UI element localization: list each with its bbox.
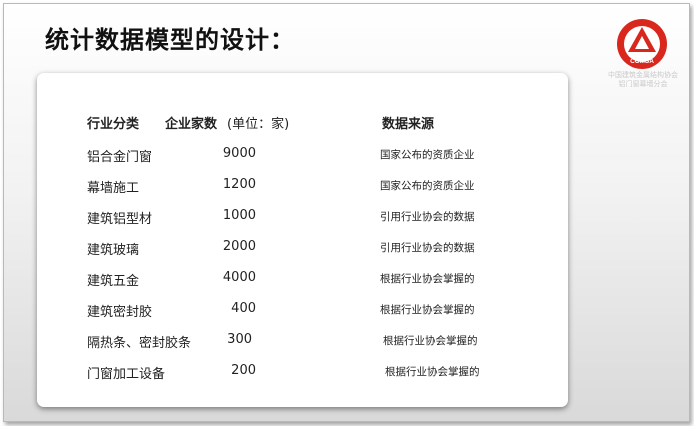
count-cell: 200 bbox=[231, 363, 256, 378]
source-cell: 国家公布的资质企业 bbox=[380, 180, 475, 192]
table-row: 幕墙施工 1200 国家公布的资质企业 bbox=[37, 177, 568, 197]
header-industry: 行业分类 bbox=[87, 117, 140, 132]
industry-cell: 隔热条、密封胶条 bbox=[87, 336, 192, 351]
table-row: 隔热条、密封胶条 300 根据行业协会掌握的 bbox=[37, 332, 568, 352]
source-cell: 引用行业协会的数据 bbox=[380, 211, 475, 223]
industry-cell: 建筑五金 bbox=[87, 274, 140, 289]
table-row: 建筑玻璃 2000 引用行业协会的数据 bbox=[37, 239, 568, 259]
logo-text: CCMSA bbox=[630, 58, 654, 65]
count-cell: 2000 bbox=[222, 239, 256, 254]
ccmsa-logo-icon: CCMSA bbox=[617, 19, 667, 69]
count-cell: 4000 bbox=[222, 270, 256, 285]
count-cell: 9000 bbox=[222, 146, 256, 161]
header-count: 企业家数 bbox=[165, 117, 218, 132]
source-cell: 引用行业协会的数据 bbox=[380, 242, 475, 254]
source-cell: 根据行业协会掌握的 bbox=[383, 335, 478, 347]
count-cell: 1000 bbox=[222, 208, 256, 223]
table-row: 建筑密封胶 400 根据行业协会掌握的 bbox=[37, 301, 568, 321]
slide: 统计数据模型的设计： CCMSA 中国建筑金属结构协会 铝门窗幕墙分会 行业分类… bbox=[3, 3, 690, 422]
header-source: 数据来源 bbox=[382, 117, 435, 132]
table-row: 铝合金门窗 9000 国家公布的资质企业 bbox=[37, 146, 568, 166]
source-cell: 根据行业协会掌握的 bbox=[380, 304, 475, 316]
industry-cell: 门窗加工设备 bbox=[87, 367, 166, 382]
industry-cell: 幕墙施工 bbox=[87, 181, 140, 196]
table-row: 建筑铝型材 1000 引用行业协会的数据 bbox=[37, 208, 568, 228]
logo-subtitle: 中国建筑金属结构协会 铝门窗幕墙分会 bbox=[600, 71, 686, 89]
count-cell: 400 bbox=[231, 301, 256, 316]
count-cell: 1200 bbox=[222, 177, 256, 192]
industry-cell: 建筑密封胶 bbox=[87, 305, 153, 320]
logo-subtitle-line: 中国建筑金属结构协会 bbox=[608, 71, 678, 79]
source-cell: 根据行业协会掌握的 bbox=[380, 273, 475, 285]
data-table-card: 行业分类 企业家数 (单位：家) 数据来源 铝合金门窗 9000 国家公布的资质… bbox=[37, 73, 568, 407]
slide-title: 统计数据模型的设计： bbox=[45, 26, 295, 54]
logo-subtitle-line: 铝门窗幕墙分会 bbox=[618, 80, 668, 88]
industry-cell: 建筑玻璃 bbox=[87, 243, 140, 258]
header-unit: (单位：家) bbox=[227, 117, 290, 132]
industry-cell: 建筑铝型材 bbox=[87, 212, 153, 227]
source-cell: 国家公布的资质企业 bbox=[380, 149, 475, 161]
table-row: 建筑五金 4000 根据行业协会掌握的 bbox=[37, 270, 568, 290]
count-cell: 300 bbox=[227, 332, 252, 347]
industry-cell: 铝合金门窗 bbox=[87, 150, 153, 165]
source-cell: 根据行业协会掌握的 bbox=[385, 366, 480, 378]
table-row: 门窗加工设备 200 根据行业协会掌握的 bbox=[37, 363, 568, 383]
